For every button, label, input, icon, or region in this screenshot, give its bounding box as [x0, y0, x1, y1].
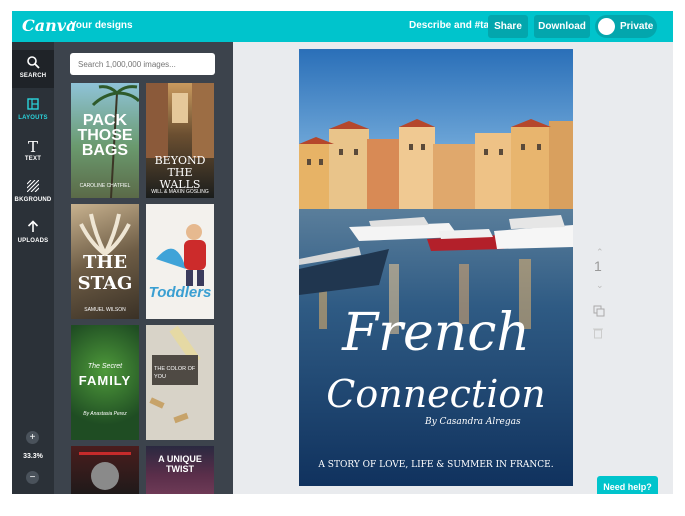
canva-editor: Canva Your designs Describe and #tag Sha…: [12, 11, 673, 494]
thumbnail-title: THE STAG: [77, 252, 133, 294]
toggle-knob: [598, 18, 615, 35]
thumbnail-title: BEYOND THE WALLS: [154, 154, 206, 191]
thumbnail-title: Toddlers: [148, 284, 212, 301]
background-icon: [12, 179, 54, 197]
canva-logo[interactable]: Canva: [22, 16, 76, 35]
privacy-toggle[interactable]: Private: [595, 15, 657, 38]
layout-thumbnail[interactable]: BEYOND THE WALLS WILL & MAXIN GOSLING: [146, 83, 214, 198]
layout-thumbnail[interactable]: [71, 446, 139, 494]
thumbnail-title: A UNIQUE TWIST: [158, 454, 202, 474]
sidebar-item-label: UPLOADS: [17, 238, 49, 244]
sidebar-item-background[interactable]: BKGROUND: [12, 174, 54, 212]
sidebar-item-label: BKGROUND: [14, 197, 52, 203]
layout-thumbnail[interactable]: PACK THOSE BAGS CAROLINE CHATFIEL: [71, 83, 139, 198]
layout-thumbnail[interactable]: THE COLOR OF YOU: [146, 325, 214, 440]
sidebar-item-uploads[interactable]: UPLOADS: [12, 215, 54, 253]
design-page[interactable]: French Connection By Casandra Alregas A …: [299, 49, 573, 486]
layout-thumbnail[interactable]: The Secret FAMILY By Anastasia Perez: [71, 325, 139, 440]
delete-page-icon[interactable]: [593, 327, 605, 339]
privacy-label: Private: [620, 21, 654, 32]
copy-page-icon[interactable]: [593, 305, 605, 317]
describe-and-tag-field[interactable]: Describe and #tag: [409, 20, 495, 31]
need-help-button[interactable]: Need help?: [597, 476, 658, 494]
your-designs-link[interactable]: Your designs: [70, 20, 133, 31]
layouts-icon: [12, 97, 54, 115]
sidebar-item-text[interactable]: T TEXT: [12, 133, 54, 171]
sidebar-item-label: TEXT: [24, 156, 42, 162]
color-swatches-image: [149, 325, 201, 424]
thumbnail-title: FAMILY: [78, 373, 132, 388]
layout-thumbnail[interactable]: A UNIQUE TWIST: [146, 446, 214, 494]
thumbnail-author: By Anastasia Perez: [83, 411, 127, 417]
thumbnail-author: WILL & MAXIN GOSLING: [151, 189, 209, 195]
layout-thumbnail[interactable]: Toddlers: [146, 204, 214, 319]
design-title-line1[interactable]: French: [299, 307, 573, 359]
thumbnail-author: CAROLINE CHATFIEL: [79, 183, 131, 189]
sidebar-item-layouts[interactable]: LAYOUTS: [12, 92, 54, 130]
design-canvas-area: French Connection By Casandra Alregas A …: [233, 42, 673, 494]
search-icon: [12, 55, 54, 73]
page-number: 1: [594, 258, 602, 274]
layouts-panel: PACK THOSE BAGS CAROLINE CHATFIEL BEYOND…: [54, 42, 233, 494]
toddler-image: [156, 224, 206, 286]
sidebar-item-search[interactable]: SEARCH: [12, 50, 54, 88]
thumbnail-title: PACK THOSE BAGS: [77, 112, 133, 159]
sidebar-item-label: LAYOUTS: [18, 115, 48, 121]
thumbnail-subtitle: The Secret: [87, 363, 123, 370]
uploads-icon: [12, 220, 54, 238]
download-button[interactable]: Download: [534, 15, 590, 38]
zoom-level: 33.3%: [23, 453, 43, 460]
image-search-input[interactable]: [70, 53, 215, 75]
zoom-out-button[interactable]: −: [26, 471, 39, 484]
text-icon: T: [27, 138, 38, 156]
sidebar-item-label: SEARCH: [19, 73, 47, 79]
share-button[interactable]: Share: [488, 15, 528, 38]
move-page-down-icon[interactable]: ⌄: [596, 280, 604, 291]
sidebar: SEARCH LAYOUTS T TEXT BKGROUND UPLOADS +…: [12, 42, 54, 494]
design-tagline[interactable]: A STORY OF LOVE, LIFE & SUMMER IN FRANCE…: [299, 460, 573, 470]
thumbnail-title: THE COLOR OF YOU: [154, 366, 196, 380]
zoom-in-button[interactable]: +: [26, 431, 39, 444]
thumbnail-author: SAMUEL WILSON: [84, 307, 126, 313]
move-page-up-icon[interactable]: ⌃: [596, 247, 604, 258]
portrait-image: [79, 452, 131, 490]
design-author[interactable]: By Casandra Alregas: [425, 417, 565, 427]
design-title-line2[interactable]: Connection: [299, 374, 573, 414]
top-bar: Canva Your designs Describe and #tag Sha…: [12, 11, 673, 42]
layout-thumbnail[interactable]: THE STAG SAMUEL WILSON: [71, 204, 139, 319]
